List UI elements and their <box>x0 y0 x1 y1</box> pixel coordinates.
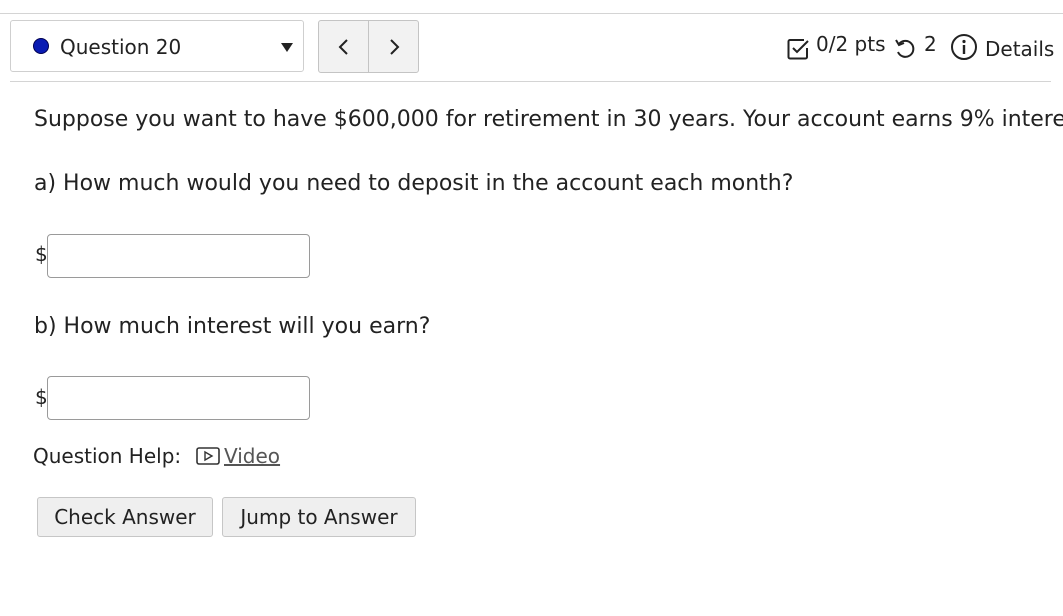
top-divider <box>0 13 1063 14</box>
retry-icon <box>895 39 915 58</box>
video-play-icon[interactable] <box>196 447 220 465</box>
question-status-dot-icon <box>33 38 49 54</box>
caret-down-icon <box>281 43 293 52</box>
video-help-link[interactable]: Video <box>224 444 280 468</box>
question-help-label: Question Help: <box>33 444 182 468</box>
question-part-b: b) How much interest will you earn? <box>34 314 431 339</box>
question-selector-label: Question 20 <box>60 35 182 59</box>
check-answer-button[interactable]: Check Answer <box>37 497 213 537</box>
answer-b-input[interactable] <box>47 376 310 420</box>
checkbox-icon <box>787 39 809 60</box>
currency-symbol: $ <box>35 385 48 409</box>
details-link[interactable]: Details <box>985 37 1054 67</box>
answer-a-input[interactable] <box>47 234 310 278</box>
previous-question-button[interactable] <box>319 21 368 72</box>
question-intro: Suppose you want to have $600,000 for re… <box>34 107 1063 132</box>
chevron-left-icon <box>338 39 348 55</box>
points-value: 0/2 pts <box>816 32 886 56</box>
info-icon[interactable] <box>950 33 978 61</box>
currency-symbol: $ <box>35 242 48 266</box>
next-question-button[interactable] <box>368 21 418 72</box>
jump-to-answer-button[interactable]: Jump to Answer <box>222 497 416 537</box>
question-selector[interactable]: Question 20 <box>10 20 304 72</box>
question-part-a: a) How much would you need to deposit in… <box>34 171 794 196</box>
header-divider <box>10 81 1051 82</box>
attempts-count: 2 <box>924 32 937 56</box>
chevron-right-icon <box>390 39 400 55</box>
question-nav-group <box>318 20 419 73</box>
